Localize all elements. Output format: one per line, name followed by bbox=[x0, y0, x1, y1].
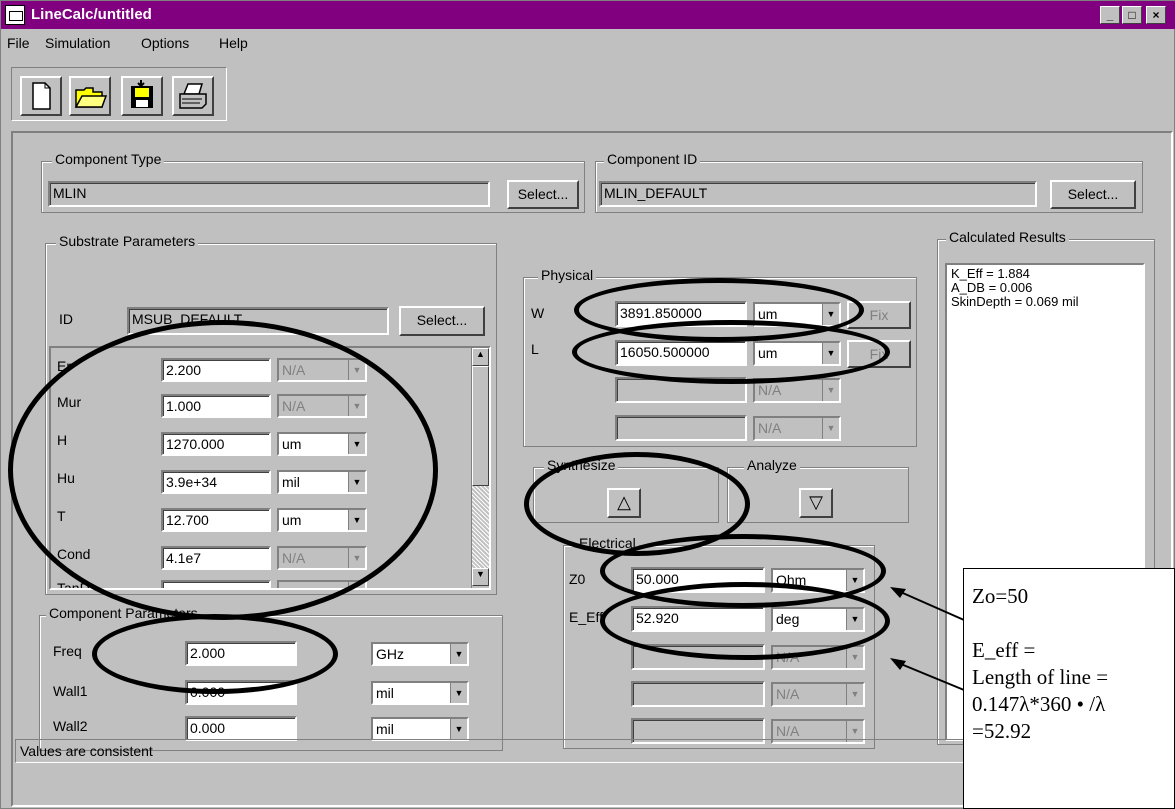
arrow-head bbox=[890, 587, 906, 598]
annotation-line: Length of line = bbox=[972, 665, 1109, 689]
annotation-line: Zo=50 bbox=[972, 584, 1029, 608]
annotation-line: E_eff = bbox=[972, 638, 1036, 662]
arrow-line bbox=[895, 661, 965, 691]
annotation-box: Zo=50 E_eff = Length of line = 0.147λ*36… bbox=[963, 568, 1175, 809]
annotation-line: 0.147λ*360 • /λ bbox=[972, 692, 1106, 716]
annotation-line: =52.92 bbox=[972, 719, 1032, 743]
arrow-line bbox=[895, 589, 965, 621]
arrow-head bbox=[890, 658, 906, 670]
